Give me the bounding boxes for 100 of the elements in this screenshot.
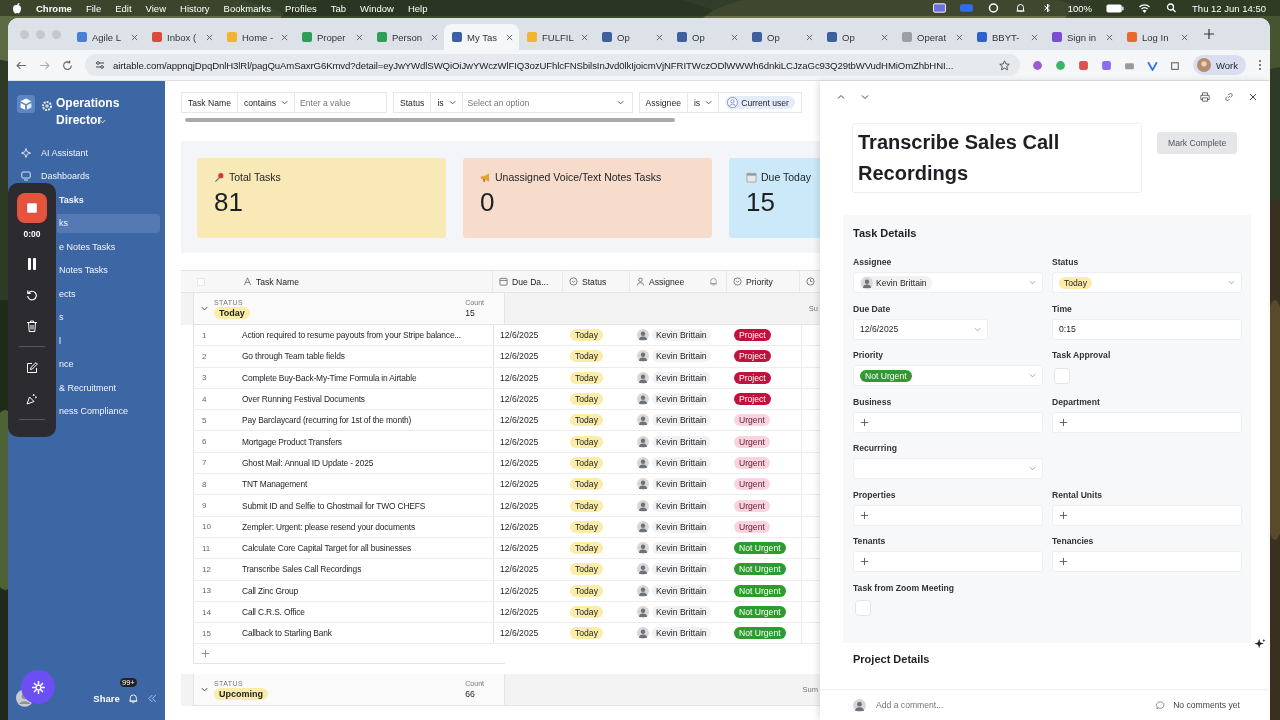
close-icon[interactable] bbox=[956, 33, 963, 41]
column-header[interactable]: Assignee bbox=[630, 271, 727, 292]
chevron-up-icon[interactable] bbox=[836, 92, 846, 102]
sidebar-item[interactable]: ects bbox=[57, 284, 160, 304]
browser-tab[interactable]: BBYT- bbox=[969, 24, 1044, 50]
close-icon[interactable] bbox=[1031, 33, 1038, 41]
close-icon[interactable] bbox=[656, 33, 663, 41]
menu-item[interactable]: Tab bbox=[330, 2, 347, 14]
menu-item[interactable]: View bbox=[145, 2, 166, 14]
address-bar[interactable]: airtable.com/appnqjDpqDnlH3lRl/pagQuAmSaxrG6Kmvd?detail=eyJwYWdlSWQiOiJwYWczWlFIQ3ozUFhlcFNSbilsInJvd0lkIjoicmVjNFRITWczODlWWWh6dnkiLCJzaGc93Q29tbWVudHMiOmZhbHNI... bbox=[85, 54, 1020, 76]
linked-record-field[interactable] bbox=[1052, 504, 1242, 526]
menu-item[interactable]: Bookmarks bbox=[223, 2, 272, 14]
sidebar-item[interactable]: s bbox=[57, 307, 160, 327]
back-icon[interactable] bbox=[16, 59, 27, 71]
browser-tab[interactable]: Home - bbox=[219, 24, 294, 50]
close-icon[interactable] bbox=[281, 33, 288, 41]
menu-clock[interactable]: Thu 12 Jun 14:50 bbox=[1192, 2, 1266, 14]
extension-icon[interactable] bbox=[1032, 59, 1043, 71]
linked-record-field[interactable] bbox=[853, 411, 1043, 433]
status-select[interactable]: Today bbox=[1052, 272, 1242, 293]
browser-tab[interactable]: Log In bbox=[1119, 24, 1194, 50]
sidebar-item[interactable]: nce bbox=[57, 354, 160, 374]
new-tab-icon[interactable] bbox=[1204, 29, 1214, 39]
sidebar-item[interactable]: e Notes Tasks bbox=[57, 237, 160, 257]
collapse-icon[interactable] bbox=[148, 693, 157, 703]
browser-tab[interactable]: Sign in bbox=[1044, 24, 1119, 50]
browser-tab[interactable]: My Tas bbox=[444, 24, 519, 50]
add-icon[interactable] bbox=[860, 510, 869, 520]
add-row-icon[interactable] bbox=[201, 649, 210, 659]
bell-icon[interactable] bbox=[127, 692, 139, 704]
close-icon[interactable] bbox=[356, 33, 363, 41]
browser-tab[interactable]: Person bbox=[369, 24, 444, 50]
close-icon[interactable] bbox=[431, 33, 438, 41]
site-settings-icon[interactable] bbox=[95, 60, 105, 70]
checkbox-icon[interactable] bbox=[197, 277, 205, 286]
assistant-button[interactable] bbox=[21, 670, 55, 704]
link-icon[interactable] bbox=[1224, 92, 1234, 102]
operator-dropdown[interactable]: is bbox=[687, 92, 720, 113]
close-icon[interactable] bbox=[506, 33, 513, 41]
menu-item[interactable]: History bbox=[180, 2, 210, 14]
screen-icon[interactable] bbox=[932, 3, 946, 13]
sidebar-item[interactable]: Dashboards bbox=[8, 166, 160, 186]
filter-value-input[interactable]: Enter a value bbox=[295, 92, 387, 113]
operator-dropdown[interactable]: is bbox=[431, 92, 463, 113]
linked-record-field[interactable] bbox=[1052, 411, 1242, 433]
video-icon[interactable] bbox=[959, 3, 973, 13]
workspace-name[interactable]: Operations Director bbox=[41, 95, 142, 129]
sidebar-item[interactable]: ks bbox=[57, 213, 160, 233]
linked-record-field[interactable] bbox=[853, 504, 1043, 526]
assignee-select[interactable]: Kevin Brittain bbox=[853, 272, 1043, 293]
extension-icon[interactable] bbox=[1055, 59, 1066, 71]
select-field[interactable] bbox=[853, 458, 1043, 479]
trash-icon[interactable] bbox=[26, 320, 38, 332]
edit-icon[interactable] bbox=[26, 362, 38, 374]
puzzle-icon[interactable] bbox=[1170, 59, 1181, 71]
sidebar-item[interactable]: l bbox=[57, 331, 160, 351]
column-header[interactable]: Status bbox=[563, 271, 630, 292]
add-icon[interactable] bbox=[1059, 557, 1068, 566]
column-header[interactable]: Due Da... bbox=[493, 271, 563, 292]
profile-button[interactable]: Work bbox=[1193, 55, 1246, 75]
linked-record-field[interactable] bbox=[1052, 551, 1242, 572]
close-icon[interactable] bbox=[1106, 33, 1113, 41]
close-icon[interactable] bbox=[1248, 92, 1258, 102]
checkbox[interactable] bbox=[1054, 367, 1070, 384]
close-icon[interactable] bbox=[881, 33, 888, 41]
linked-record-field[interactable] bbox=[853, 551, 1043, 572]
date-field[interactable]: 12/6/2025 bbox=[853, 318, 988, 340]
close-icon[interactable] bbox=[206, 33, 213, 41]
filter-field[interactable]: Assignee bbox=[638, 92, 688, 113]
sidebar-item[interactable]: & Recruitment bbox=[57, 378, 160, 398]
checkbox[interactable] bbox=[855, 600, 871, 616]
close-icon[interactable] bbox=[131, 33, 138, 41]
more-icon[interactable] bbox=[1258, 59, 1262, 71]
close-icon[interactable] bbox=[731, 33, 738, 41]
sidebar-item[interactable]: AI Assistant bbox=[8, 143, 160, 163]
battery-icon[interactable] bbox=[1106, 3, 1125, 13]
menu-item[interactable]: Help bbox=[407, 2, 428, 14]
chevron-icon[interactable] bbox=[200, 304, 209, 313]
column-header[interactable]: Priority bbox=[727, 271, 800, 292]
close-icon[interactable] bbox=[806, 33, 813, 41]
menu-item[interactable]: File bbox=[85, 2, 102, 14]
gear-icon[interactable] bbox=[986, 3, 1000, 13]
search-icon[interactable] bbox=[1165, 3, 1179, 13]
sidebar-item[interactable]: Notes Tasks bbox=[57, 260, 160, 280]
apple-icon[interactable] bbox=[12, 2, 22, 14]
browser-tab[interactable]: Op bbox=[594, 24, 669, 50]
extension-icon[interactable] bbox=[1078, 59, 1089, 71]
record-title[interactable]: Transcribe Sales Call Recordings bbox=[852, 123, 1142, 193]
add-icon[interactable] bbox=[1059, 510, 1068, 520]
add-icon[interactable] bbox=[860, 557, 869, 566]
menu-item[interactable]: Profiles bbox=[285, 2, 317, 14]
filter-field[interactable]: Task Name bbox=[181, 92, 238, 113]
print-icon[interactable] bbox=[1200, 92, 1210, 102]
mark-complete-button[interactable]: Mark Complete bbox=[1157, 132, 1238, 154]
browser-tab[interactable]: Op bbox=[819, 24, 894, 50]
stop-button[interactable] bbox=[17, 193, 47, 223]
priority-select[interactable]: Not Urgent bbox=[853, 365, 1043, 386]
extension-icon[interactable] bbox=[1101, 59, 1112, 71]
close-icon[interactable] bbox=[581, 33, 588, 41]
browser-tab[interactable]: Proper bbox=[294, 24, 369, 50]
